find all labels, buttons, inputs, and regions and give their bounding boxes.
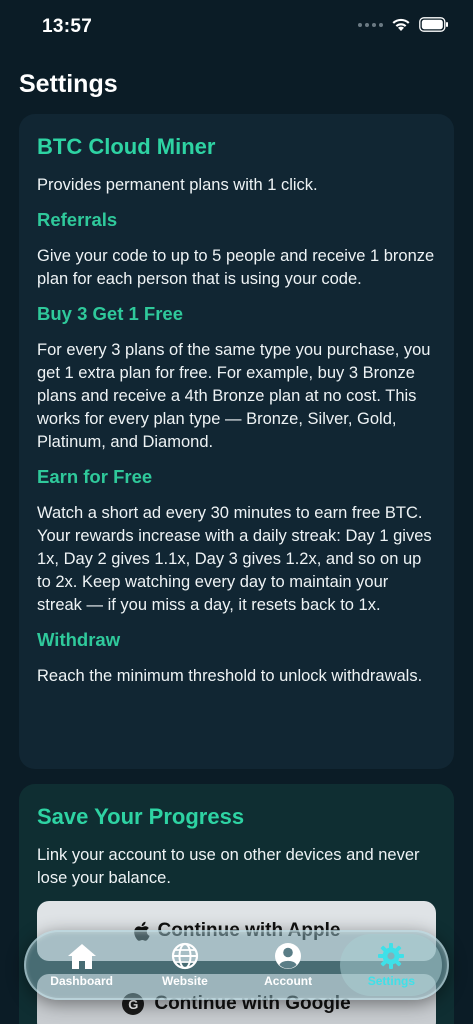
tab-bar: Dashboard Website Account Settings (24, 930, 449, 1000)
referrals-text: Give your code to up to 5 people and rec… (37, 247, 435, 288)
tab-account-label: Account (264, 974, 313, 988)
house-icon (67, 944, 96, 969)
info-card-intro: Provides permanent plans with 1 click. (37, 176, 318, 194)
tab-dashboard-label: Dashboard (50, 974, 113, 988)
tab-settings[interactable]: Settings (340, 934, 443, 996)
withdraw-text: Reach the minimum threshold to unlock wi… (37, 667, 423, 685)
withdraw-title: Withdraw (37, 629, 121, 650)
buy3get1-text: For every 3 plans of the same type you p… (37, 341, 431, 451)
gear-icon (378, 943, 405, 969)
buy3get1-title: Buy 3 Get 1 Free (37, 303, 184, 324)
tab-dashboard[interactable]: Dashboard (31, 934, 133, 996)
tab-settings-label: Settings (367, 974, 416, 988)
earn-free-title: Earn for Free (37, 466, 153, 487)
tab-website[interactable]: Website (134, 934, 236, 996)
tab-website-label: Website (161, 974, 208, 988)
cellular-signal-icon (358, 22, 383, 27)
page-title: Settings (19, 70, 118, 98)
person-icon (275, 943, 302, 969)
save-progress-text: Link your account to use on other device… (37, 846, 420, 887)
status-icons (358, 17, 449, 32)
info-card: BTC Cloud Miner Provides permanent plans… (19, 114, 454, 769)
settings-screen: 13:57 Settings BTC Cloud Miner Provides … (0, 0, 473, 1024)
globe-icon (171, 942, 198, 970)
earn-free-text: Watch a short ad every 30 minutes to ear… (37, 504, 432, 614)
status-time: 13:57 (42, 16, 93, 37)
info-card-title: BTC Cloud Miner (37, 134, 216, 159)
referrals-title: Referrals (37, 209, 118, 230)
wifi-icon (392, 18, 410, 31)
battery-icon (419, 17, 448, 32)
status-bar: 13:57 (0, 0, 473, 52)
save-progress-title: Save Your Progress (37, 804, 245, 829)
tab-account[interactable]: Account (237, 934, 339, 996)
